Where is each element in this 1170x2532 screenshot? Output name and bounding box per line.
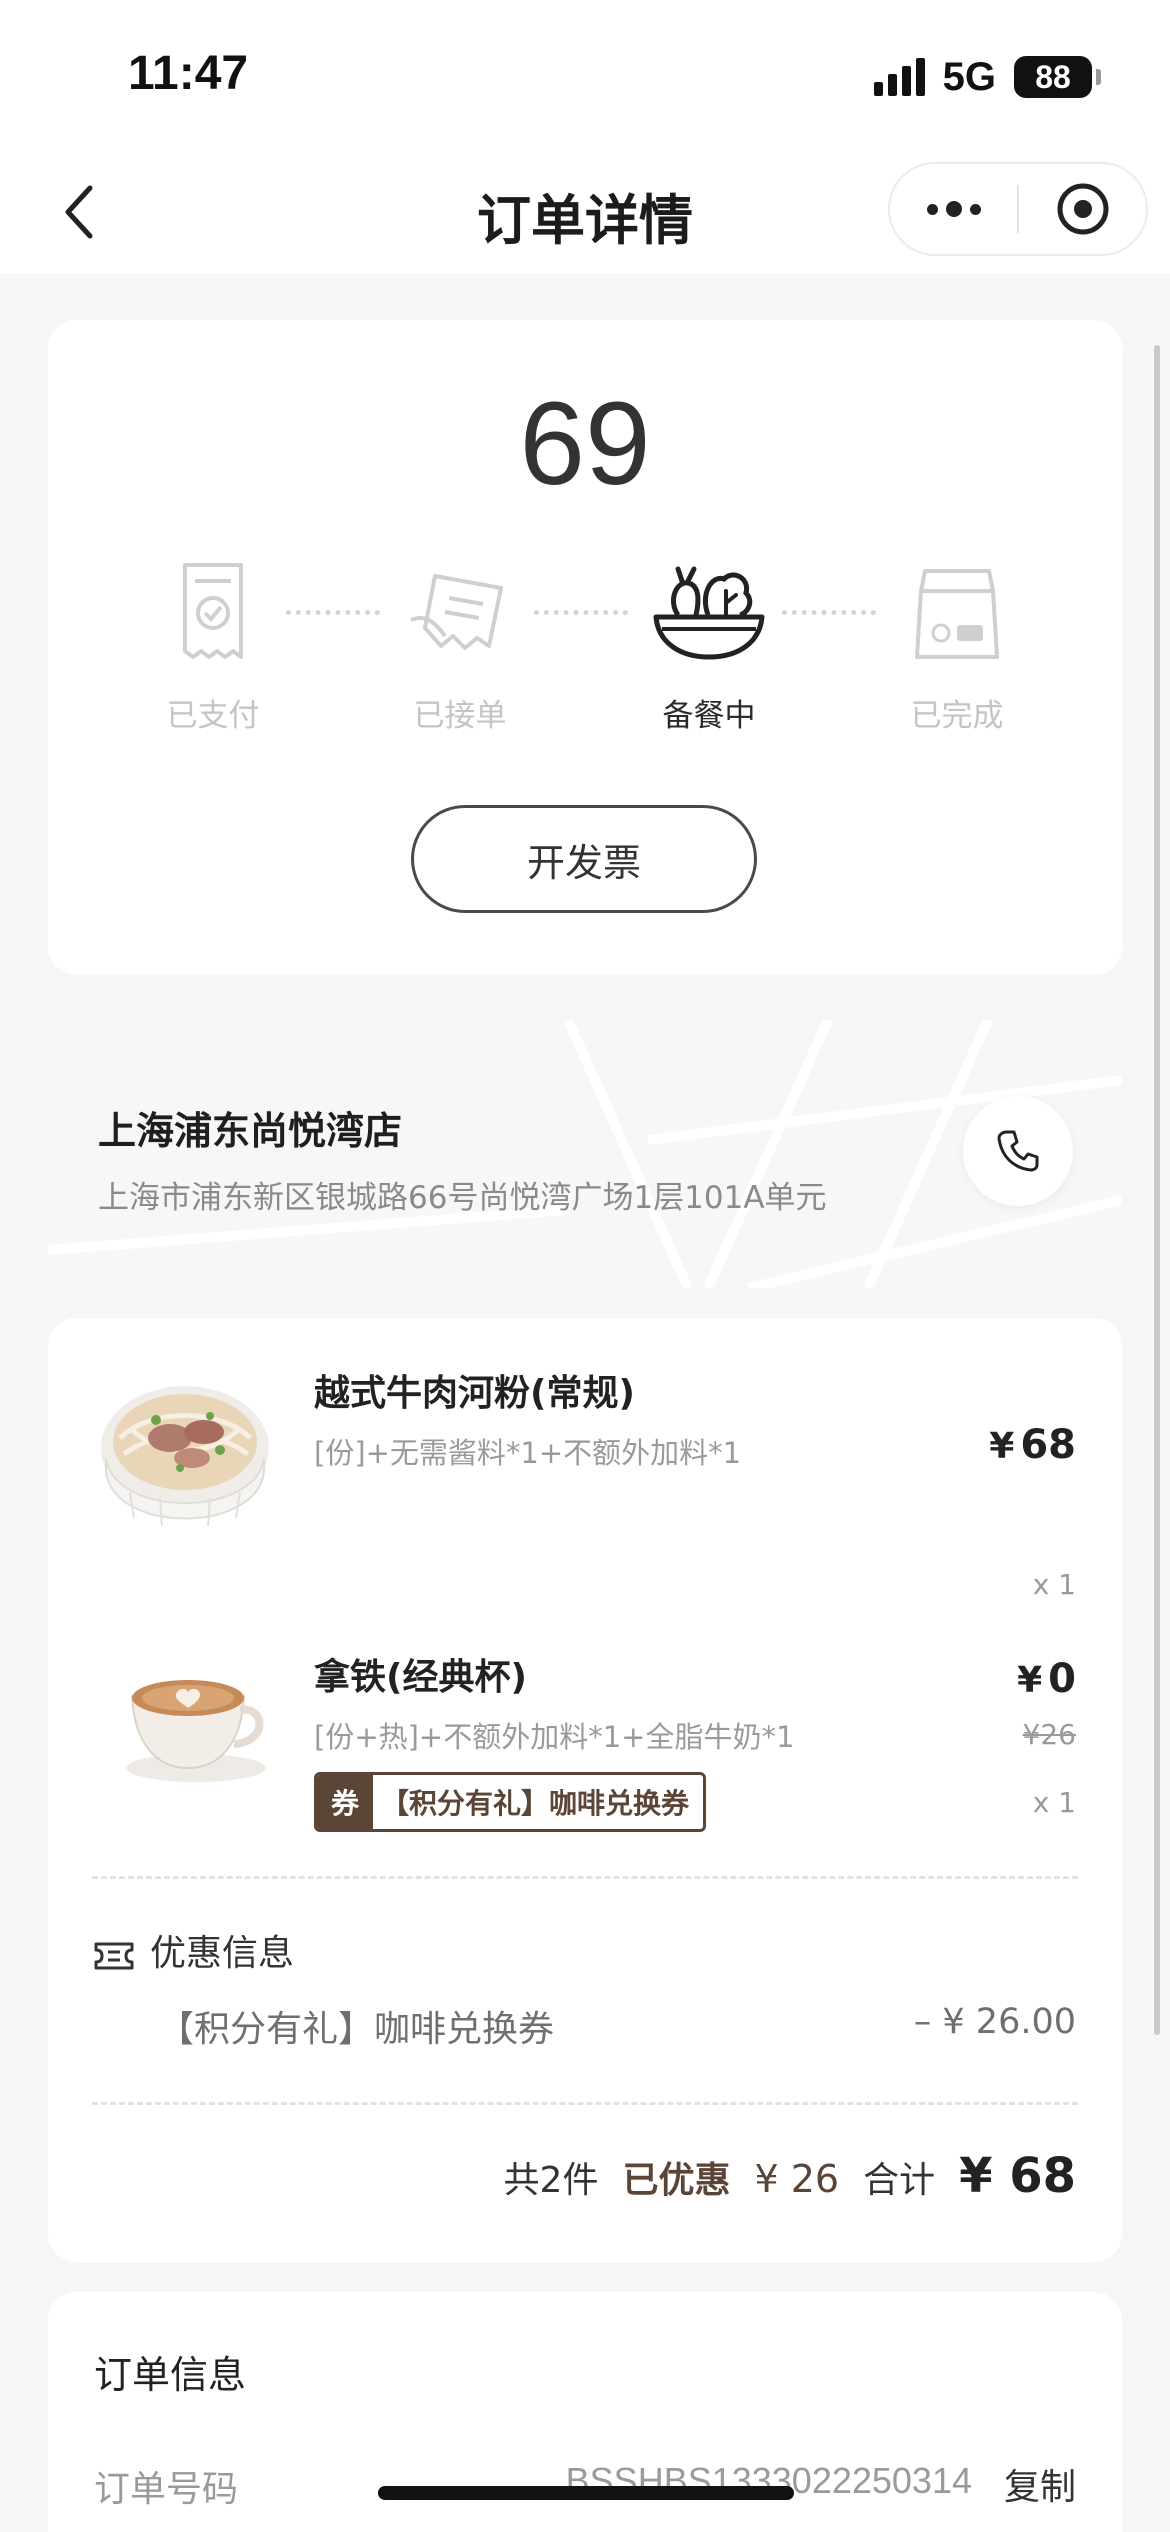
status-indicators: 5G 88 (873, 54, 1101, 100)
order-ticket-icon (410, 574, 503, 650)
receipt-check-icon (183, 563, 243, 659)
step-label: 已接单 (413, 698, 507, 734)
store-address: 上海市浦东新区银城路66号尚悦湾广场1层101A单元 (98, 1180, 827, 1216)
item-quantity: x 1 (1032, 1568, 1076, 1601)
phone-icon (997, 1130, 1039, 1172)
step-accepted: 已接单 (385, 552, 535, 735)
invoice-button[interactable]: 开发票 (411, 805, 757, 913)
total-value: ¥ 68 (959, 2148, 1076, 2204)
close-miniprogram-button[interactable] (1019, 164, 1146, 254)
saved-label: 已优惠 (622, 2160, 731, 2201)
item-spec: [份+热]+不额外加料*1+全脂牛奶*1 (314, 1720, 795, 1754)
order-number-label: 订单号码 (94, 2469, 239, 2510)
total-label: 合计 (863, 2160, 936, 2201)
discount-amount: – ¥ 26.00 (913, 2002, 1076, 2042)
currency-symbol: ¥ (1017, 1660, 1043, 1701)
divider (92, 2102, 1078, 2105)
store-name: 上海浦东尚悦湾店 (98, 1109, 403, 1153)
step-paid: 已支付 (138, 552, 288, 735)
item-name: 越式牛肉河粉(常规) (314, 1373, 635, 1414)
status-time: 11:47 (128, 47, 249, 100)
coupon-tag-label: 券 (317, 1775, 373, 1829)
pickup-number: 69 (519, 378, 651, 510)
miniprogram-capsule (888, 162, 1148, 256)
ticket-icon (94, 1942, 134, 1970)
order-status-card: 69 已支付 已接单 备餐中 已完成 开发票 (48, 320, 1122, 975)
coupon-tag: 券 【积分有礼】咖啡兑换券 (314, 1772, 707, 1832)
more-dots-icon (926, 201, 981, 217)
item-spec: [份]+无需酱料*1+不额外加料*1 (314, 1436, 742, 1470)
more-button[interactable] (890, 164, 1017, 254)
store-card: 上海浦东尚悦湾店 上海市浦东新区银城路66号尚悦湾广场1层101A单元 (48, 1020, 1122, 1288)
status-bar: 11:47 5G 88 (0, 0, 1170, 150)
salad-bowl-icon (653, 566, 765, 660)
step-label: 已完成 (910, 698, 1004, 734)
item-count: 共2件 (503, 2160, 599, 2201)
signal-icon (873, 58, 925, 96)
item-quantity: x 1 (1032, 1786, 1076, 1819)
divider (92, 1876, 1078, 1879)
takeout-bag-icon (915, 569, 999, 659)
target-icon (1057, 183, 1108, 235)
saved-value: ¥ 26 (754, 2157, 840, 2201)
battery-icon: 88 (1014, 56, 1101, 98)
call-store-button[interactable] (963, 1096, 1073, 1206)
original-price: ¥26 (1022, 1718, 1076, 1751)
discount-title: 优惠信息 (150, 1933, 295, 1974)
order-summary: 共2件 已优惠 ¥ 26 合计 ¥ 68 (504, 2148, 1076, 2204)
beef-pho-image (101, 1386, 269, 1527)
item-name: 拿铁(经典杯) (314, 1657, 527, 1698)
order-items-card: 越式牛肉河粉(常规) [份]+无需酱料*1+不额外加料*1 ¥68 x 1 拿铁… (48, 1318, 1122, 2262)
discount-name: 【积分有礼】咖啡兑换券 (158, 2009, 555, 2050)
price-value: 68 (1020, 1422, 1076, 1468)
coupon-tag-text: 【积分有礼】咖啡兑换券 (373, 1775, 704, 1829)
price-value: 0 (1048, 1656, 1076, 1702)
latte-image (126, 1680, 266, 1782)
step-label: 备餐中 (662, 698, 756, 734)
scrollbar[interactable] (1154, 345, 1160, 2035)
order-info-title: 订单信息 (94, 2353, 247, 2397)
item-price: ¥0 (1017, 1656, 1076, 1702)
step-label: 已支付 (166, 698, 260, 734)
step-completed: 已完成 (882, 552, 1032, 735)
home-indicator[interactable] (378, 2486, 794, 2500)
currency-symbol: ¥ (989, 1426, 1015, 1467)
step-preparing: 备餐中 (634, 552, 784, 735)
step-connector (534, 610, 628, 615)
item-price: ¥68 (989, 1422, 1076, 1468)
copy-order-number-button[interactable]: 复制 (1004, 2458, 1076, 2510)
step-connector (286, 610, 380, 615)
network-type: 5G (942, 54, 996, 99)
nav-bar: 订单详情 (0, 150, 1170, 274)
step-connector (782, 610, 876, 615)
battery-level: 88 (1035, 58, 1071, 95)
